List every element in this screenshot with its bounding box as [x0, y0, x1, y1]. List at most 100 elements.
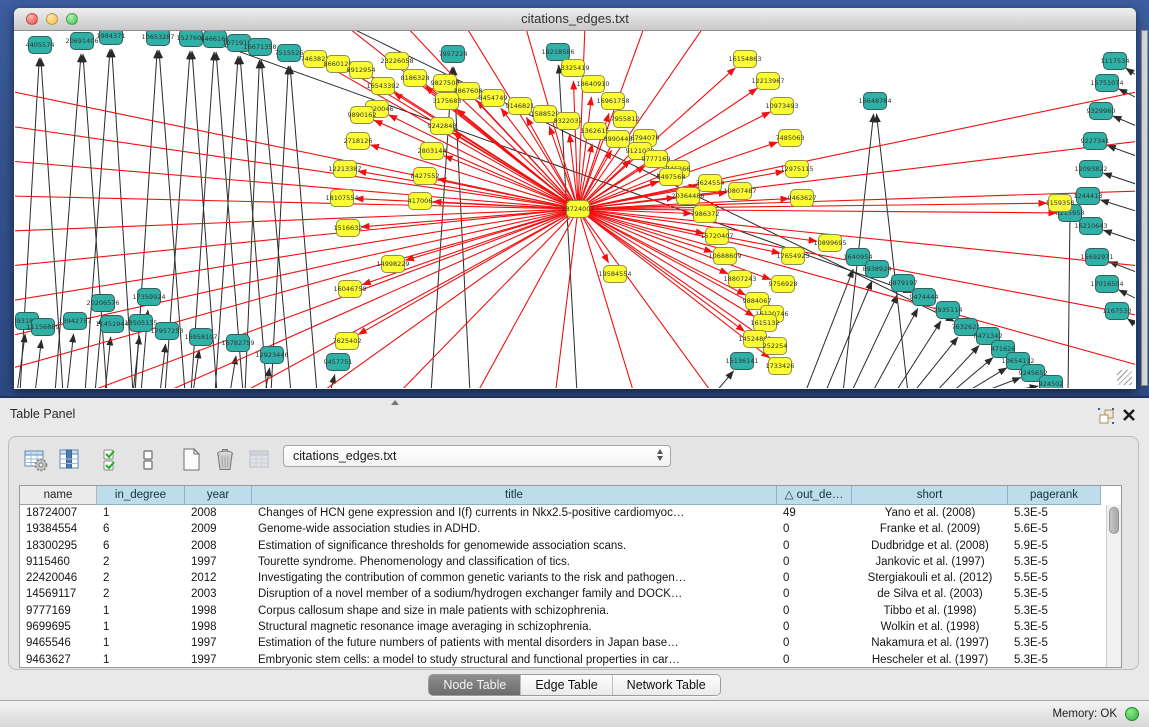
network-node[interactable]: 417006	[408, 193, 433, 210]
network-node[interactable]: 16648784	[858, 93, 891, 110]
close-panel-button[interactable]	[1121, 407, 1137, 423]
network-node[interactable]: 16154863	[728, 51, 761, 68]
network-node[interactable]: 3175685	[433, 93, 462, 110]
network-node[interactable]: 23226058	[380, 53, 413, 70]
network-node[interactable]: 10899695	[813, 235, 846, 252]
table-row[interactable]: 969969511998Structural magnetic resonanc…	[20, 619, 1106, 635]
table-row[interactable]: 1830029562008Estimation of significance …	[20, 538, 1106, 554]
network-node[interactable]: 1117534	[1101, 53, 1130, 70]
network-node[interactable]: 2935114	[934, 302, 963, 319]
scrollbar-thumb[interactable]	[1109, 507, 1119, 534]
network-node[interactable]: 12213387	[328, 161, 361, 178]
column-header-out_de[interactable]: △ out_de…	[777, 486, 852, 505]
network-node[interactable]: 1615132	[751, 315, 780, 332]
tab-network-table[interactable]: Network Table	[612, 675, 720, 695]
network-node[interactable]: 6497568	[657, 169, 686, 186]
tab-node-table[interactable]: Node Table	[429, 675, 520, 695]
resize-grip-icon[interactable]	[1117, 370, 1132, 385]
network-node[interactable]: 18640910	[576, 76, 609, 93]
network-node[interactable]: 7485063	[776, 130, 805, 147]
network-node[interactable]: 1167533	[1103, 303, 1132, 320]
network-node[interactable]: 9242848	[428, 118, 457, 135]
table-row[interactable]: 946362711997Embryonic stem cells: a mode…	[20, 652, 1106, 668]
network-node[interactable]: 12093822	[1074, 161, 1107, 178]
network-node[interactable]: 16671358	[243, 39, 276, 56]
network-node[interactable]: 13942757	[58, 313, 91, 330]
network-node[interactable]: 2803144	[418, 143, 447, 160]
network-node[interactable]: 1733426	[766, 358, 795, 375]
minimize-window-button[interactable]	[46, 13, 58, 25]
network-node[interactable]: 20364486	[671, 188, 704, 205]
network-node[interactable]: 10807487	[723, 183, 756, 200]
delete-table-button[interactable]	[212, 446, 240, 474]
maximize-window-button[interactable]	[66, 13, 78, 25]
network-node[interactable]: 14998229	[376, 256, 409, 273]
table-row[interactable]: 946554611997Estimation of the future num…	[20, 635, 1106, 651]
network-node[interactable]: 9890162	[348, 107, 377, 124]
network-node[interactable]: 15692971	[1080, 249, 1113, 266]
new-file-button[interactable]	[178, 446, 206, 474]
column-header-title[interactable]: title	[252, 486, 777, 505]
network-node[interactable]: 18807243	[723, 271, 756, 288]
network-node[interactable]: 8454749	[479, 90, 508, 107]
close-window-button[interactable]	[26, 13, 38, 25]
table-row[interactable]: 977716911998Corpus callosum shape and si…	[20, 603, 1106, 619]
column-header-year[interactable]: year	[185, 486, 252, 505]
network-node[interactable]: 9756928	[769, 276, 798, 293]
tab-edge-table[interactable]: Edge Table	[520, 675, 611, 695]
float-panel-button[interactable]	[1097, 407, 1115, 425]
network-node[interactable]: 16543392	[366, 78, 399, 95]
table-selector-dropdown[interactable]: citations_edges.txt	[283, 445, 671, 467]
network-node[interactable]: 7515526	[275, 45, 304, 62]
network-node[interactable]: 12923446	[255, 347, 288, 364]
network-node[interactable]: 16782759	[221, 335, 254, 352]
table-row[interactable]: 1872400712008Changes of HCN gene express…	[20, 505, 1106, 521]
network-node[interactable]: 9474444	[910, 289, 939, 306]
table-row[interactable]: 1456911722003Disruption of a novel membe…	[20, 586, 1106, 602]
column-header-short[interactable]: short	[852, 486, 1008, 505]
table-row[interactable]: 911546021997Tourette syndrome. Phenomeno…	[20, 554, 1106, 570]
network-node[interactable]: 9329960	[1087, 103, 1116, 120]
network-node[interactable]: 8912954	[347, 62, 376, 79]
network-node[interactable]: 11156889	[26, 319, 59, 336]
network-node[interactable]: 2718126	[344, 133, 373, 150]
network-node[interactable]: 8186328	[401, 70, 430, 87]
network-node[interactable]: 20206576	[86, 295, 119, 312]
network-node[interactable]: 3624554	[696, 175, 725, 192]
table-row[interactable]: 1938455462009Genome-wide association stu…	[20, 521, 1106, 537]
network-node[interactable]: 12213967	[751, 73, 784, 90]
network-node[interactable]: 17654923	[776, 248, 809, 265]
network-node[interactable]: 19584554	[598, 266, 631, 283]
network-node[interactable]: 16046759	[333, 281, 366, 298]
network-node[interactable]: 8938924	[863, 261, 892, 278]
table-scrollbar[interactable]	[1106, 505, 1121, 667]
network-node[interactable]: 9322037	[554, 113, 583, 130]
network-window-titlebar[interactable]: citations_edges.txt	[14, 8, 1136, 31]
network-node[interactable]: 7625402	[333, 333, 362, 350]
network-node[interactable]: 7986372	[691, 206, 720, 223]
network-node[interactable]: 17016504	[1090, 276, 1123, 293]
network-node[interactable]: 16961758	[596, 93, 629, 110]
network-node[interactable]: 1984371	[97, 31, 126, 45]
network-node[interactable]: 15136141	[725, 353, 758, 370]
network-node[interactable]: 1516632	[334, 220, 363, 237]
network-node[interactable]: 8990448	[604, 131, 633, 148]
select-rows-button[interactable]	[100, 446, 128, 474]
network-node[interactable]: 16958107	[184, 329, 217, 346]
network-node[interactable]: 10973493	[765, 98, 798, 115]
table-row[interactable]: 2242004622012Investigating the contribut…	[20, 570, 1106, 586]
network-node[interactable]: 9227341	[1081, 133, 1110, 150]
column-header-name[interactable]: name	[20, 486, 97, 505]
column-settings-button[interactable]	[22, 446, 50, 474]
network-node[interactable]: 7955812	[611, 111, 640, 128]
network-node[interactable]: 17359924	[132, 289, 165, 306]
network-node[interactable]: 15751074	[1090, 75, 1123, 92]
network-node[interactable]: 19218586	[541, 44, 574, 61]
network-canvas[interactable]: 4405574206914061984371106532871527602646…	[15, 31, 1135, 388]
network-node[interactable]: 924502	[1039, 376, 1064, 389]
network-node[interactable]: 1159358	[1046, 195, 1075, 212]
column-header-pagerank[interactable]: pagerank	[1008, 486, 1101, 505]
network-node[interactable]: 15720407	[700, 228, 733, 245]
network-node[interactable]: 17957253	[150, 323, 183, 340]
network-node[interactable]: 10688609	[708, 248, 741, 265]
